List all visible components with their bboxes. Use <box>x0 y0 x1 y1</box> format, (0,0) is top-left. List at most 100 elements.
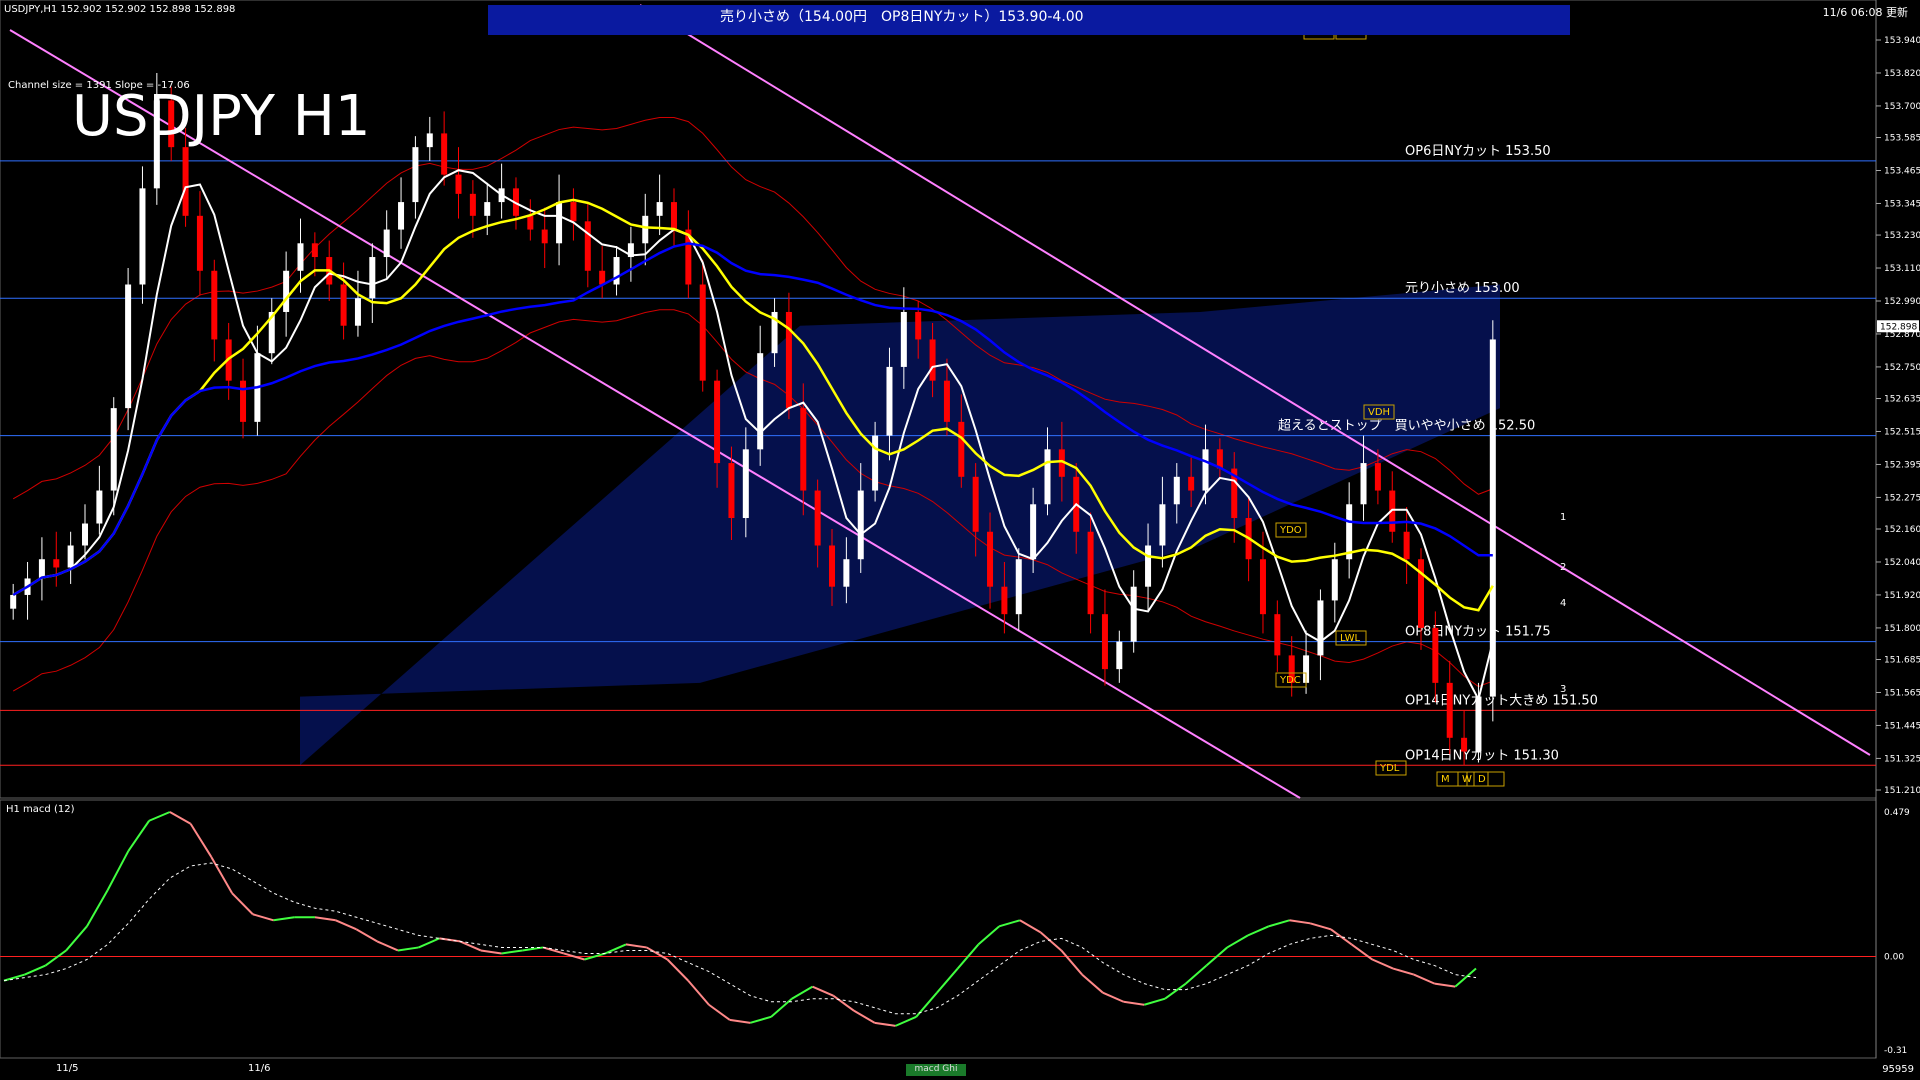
candle-body <box>1130 586 1137 642</box>
macd-segment <box>106 850 130 891</box>
candle-body <box>398 202 405 230</box>
price-tick-label: 152.635 <box>1884 395 1920 405</box>
candle-body <box>656 202 663 216</box>
candle-body <box>311 243 318 258</box>
candle-body <box>211 270 218 340</box>
macd-tick-label: 0.479 <box>1884 808 1910 818</box>
price-tick-label: 151.920 <box>1884 591 1920 601</box>
macd-label: H1 macd (12) <box>6 804 75 815</box>
candle-body <box>843 559 850 587</box>
level-label: OP14日NYカット 151.30 <box>1405 748 1559 763</box>
candle-body <box>67 545 74 568</box>
level-label: OP6日NYカット 153.50 <box>1405 144 1551 159</box>
macd-segment <box>708 1003 731 1021</box>
update-timestamp: 11/6 06:08 更新 <box>1822 6 1908 19</box>
chart-canvas[interactable]: 153.940 153.820 153.700 153.585 153.465 153.3… <box>0 0 1920 1080</box>
macd-segment <box>812 985 834 997</box>
candle-body <box>1116 641 1123 670</box>
candle-body <box>1274 614 1281 656</box>
macd-signal-line <box>3 862 1477 1015</box>
candle-body <box>642 215 649 244</box>
marker-label: YDC <box>1279 675 1301 686</box>
candle-body <box>369 257 376 299</box>
banner-text: 売り小さめ（154.00円 OP8日NYカット）153.90-4.00 <box>720 9 1084 25</box>
macd-segment <box>501 949 523 955</box>
candle-body <box>1188 476 1195 491</box>
candle-body <box>1374 463 1381 491</box>
macd-segment <box>86 889 109 927</box>
macd-segment <box>210 856 233 894</box>
macd-segment <box>459 940 482 952</box>
candle-body <box>699 284 706 381</box>
price-tick-label: 152.990 <box>1884 297 1920 307</box>
macd-segment <box>791 985 814 1000</box>
current-price-label: 152.898 <box>1880 322 1917 332</box>
macd-segment <box>750 1015 772 1024</box>
candle-body <box>1331 559 1338 601</box>
macd-segment <box>418 937 440 949</box>
price-tick-label: 153.585 <box>1884 134 1920 144</box>
macd-tab[interactable]: macd Ghi <box>906 1064 966 1076</box>
ichimoku-cloud <box>300 284 1500 766</box>
projection-label: 3 <box>1560 684 1566 695</box>
macd-lines <box>0 811 1876 1027</box>
macd-segment <box>189 823 213 858</box>
macd-segment <box>832 994 855 1012</box>
macd-segment <box>376 940 399 952</box>
macd-segment <box>127 820 150 852</box>
candle-body <box>240 380 247 422</box>
price-tick-label: 153.465 <box>1884 166 1920 176</box>
macd-segment <box>1185 964 1208 985</box>
macd-segment <box>1081 973 1104 994</box>
candle-body <box>10 594 17 609</box>
level-label: OP14日NYカット大きめ 151.50 <box>1405 693 1598 708</box>
candle-body <box>125 284 132 409</box>
macd-segment <box>625 943 647 949</box>
marker-label: LWL <box>1340 633 1361 644</box>
price-tick-label: 151.210 <box>1884 786 1920 796</box>
marker-label: YDL <box>1379 763 1400 774</box>
candle-body <box>958 421 965 477</box>
macd-segment <box>853 1009 876 1024</box>
candle-body <box>283 270 290 312</box>
projection-label: 4 <box>1560 598 1566 609</box>
candle-body <box>929 339 936 381</box>
candle-body <box>613 257 620 285</box>
macd-segment <box>1289 919 1311 925</box>
candle-body <box>1461 737 1468 752</box>
macd-segment <box>231 892 254 915</box>
price-tick-label: 151.565 <box>1884 688 1920 698</box>
candle-body <box>297 243 304 271</box>
candle-body <box>886 366 893 436</box>
macd-segment <box>895 1015 917 1027</box>
macd-tick-label: -0.31 <box>1884 1046 1907 1056</box>
candle-body <box>829 545 836 587</box>
candle-body <box>757 353 764 450</box>
marker-label: YDO <box>1279 525 1302 536</box>
marker-label: M <box>1441 774 1450 785</box>
price-tick-label: 151.685 <box>1884 656 1920 666</box>
price-tick-label: 152.275 <box>1884 493 1920 503</box>
macd-segment <box>480 949 502 955</box>
candle-body <box>872 435 879 491</box>
date-label-2: 11/6 <box>248 1063 271 1074</box>
level-label: 超えるとストップ 買いやや小さめ 152.50 <box>1278 419 1535 434</box>
macd-segment <box>1144 997 1166 1006</box>
price-tick-label: 151.325 <box>1884 754 1920 764</box>
candle-body <box>1360 463 1367 505</box>
candle-body <box>1087 531 1094 615</box>
macd-segment <box>1454 967 1477 988</box>
marker-label: D <box>1478 774 1486 785</box>
candle-body <box>1159 504 1166 546</box>
candle-body <box>426 133 433 148</box>
macd-segment <box>148 811 171 822</box>
macd-segment <box>729 1018 751 1024</box>
macd-segment <box>252 913 274 922</box>
macd-segment <box>1164 982 1187 1000</box>
macd-segment <box>24 964 46 976</box>
candle-body <box>800 408 807 491</box>
price-tick-label: 153.820 <box>1884 69 1920 79</box>
macd-segment <box>1102 991 1124 1003</box>
macd-pane <box>0 799 1877 1059</box>
macd-segment <box>44 949 67 967</box>
